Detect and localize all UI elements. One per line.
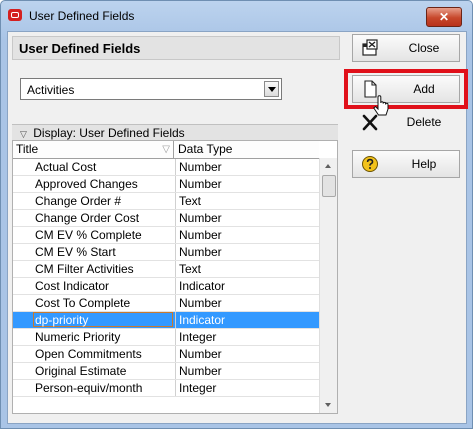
cell-data-type: Number — [175, 295, 319, 311]
table-row[interactable]: CM EV % Complete Number — [13, 227, 319, 244]
cell-title: Cost Indicator — [35, 279, 110, 293]
table-row[interactable]: Open Commitments Number — [13, 346, 319, 363]
help-button[interactable]: Help — [352, 150, 460, 178]
cell-data-type: Indicator — [175, 312, 319, 328]
window-title: User Defined Fields — [29, 9, 135, 23]
close-window-icon — [362, 39, 378, 56]
table-row-selected[interactable]: dp-priority Indicator — [13, 312, 319, 329]
subject-area-value: Activities — [27, 83, 75, 97]
user-defined-fields-window: User Defined Fields ✕ User Defined Field… — [0, 0, 473, 429]
display-panel-header[interactable]: ▽ Display: User Defined Fields — [12, 124, 338, 140]
cell-title: Change Order # — [35, 194, 122, 208]
cell-data-type: Indicator — [175, 278, 319, 294]
table-row[interactable]: Cost To Complete Number — [13, 295, 319, 312]
collapse-caret-icon: ▽ — [20, 129, 27, 139]
close-button[interactable]: Close — [352, 34, 460, 62]
delete-button-label: Delete — [406, 115, 442, 129]
cell-title: Cost To Complete — [35, 296, 131, 310]
cell-data-type: Number — [175, 227, 319, 243]
table-header: Title ▽ Data Type — [13, 141, 319, 159]
cell-title: dp-priority — [35, 313, 89, 327]
table-row[interactable]: Original Estimate Number — [13, 363, 319, 380]
table-row[interactable]: Actual Cost Number — [13, 159, 319, 176]
cell-data-type: Integer — [175, 380, 319, 396]
window-close-button[interactable]: ✕ — [426, 7, 462, 27]
section-header: User Defined Fields — [12, 36, 340, 60]
cell-data-type: Number — [175, 159, 319, 175]
cell-data-type: Text — [175, 261, 319, 277]
table-row[interactable]: CM Filter Activities Text — [13, 261, 319, 278]
cell-title: Numeric Priority — [35, 330, 121, 344]
cell-title: CM EV % Complete — [35, 228, 142, 242]
mouse-pointer-icon — [373, 95, 389, 116]
table-rows: Actual Cost Number Approved Changes Number… — [13, 159, 319, 397]
fields-table: Title ▽ Data Type Actual Cost Number Appr… — [12, 140, 338, 414]
add-button-highlight — [344, 69, 468, 109]
table-row[interactable]: Numeric Priority Integer — [13, 329, 319, 346]
column-header-title[interactable]: Title ▽ — [13, 141, 174, 158]
column-header-data-type[interactable]: Data Type — [175, 141, 319, 158]
cell-title: Open Commitments — [35, 347, 142, 361]
display-panel-label: Display: User Defined Fields — [33, 126, 185, 140]
cell-data-type: Number — [175, 244, 319, 260]
dialog-body: User Defined Fields Activities ▽ Display… — [7, 31, 468, 424]
cell-title: Actual Cost — [35, 160, 97, 174]
cell-data-type: Text — [175, 193, 319, 209]
table-row[interactable]: Person-equiv/month Integer — [13, 380, 319, 397]
cell-title: CM Filter Activities — [35, 262, 134, 276]
cell-title: Original Estimate — [35, 364, 127, 378]
cell-title: Approved Changes — [35, 177, 138, 191]
cell-title: Person-equiv/month — [35, 381, 143, 395]
table-row[interactable]: CM EV % Start Number — [13, 244, 319, 261]
help-button-label: Help — [411, 157, 437, 171]
cell-data-type: Integer — [175, 329, 319, 345]
cell-data-type: Number — [175, 176, 319, 192]
cell-data-type: Number — [175, 363, 319, 379]
cell-title: Change Order Cost — [35, 211, 140, 225]
subject-area-select[interactable]: Activities — [20, 78, 282, 100]
cell-title: CM EV % Start — [35, 245, 116, 259]
cell-data-type: Number — [175, 346, 319, 362]
scroll-down-arrow-icon[interactable] — [320, 397, 337, 413]
table-row[interactable]: Cost Indicator Indicator — [13, 278, 319, 295]
table-row[interactable]: Change Order # Text — [13, 193, 319, 210]
scrollbar-thumb[interactable] — [322, 175, 336, 197]
vertical-scrollbar[interactable] — [319, 158, 337, 413]
table-row[interactable]: Approved Changes Number — [13, 176, 319, 193]
scroll-up-arrow-icon[interactable] — [320, 158, 337, 174]
table-row[interactable]: Change Order Cost Number — [13, 210, 319, 227]
title-bar: User Defined Fields ✕ — [1, 1, 472, 31]
help-icon — [362, 156, 378, 172]
delete-button[interactable]: Delete — [352, 108, 460, 136]
cell-data-type: Number — [175, 210, 319, 226]
chevron-down-icon[interactable] — [264, 81, 279, 97]
close-button-label: Close — [408, 41, 440, 55]
filter-icon[interactable]: ▽ — [162, 141, 170, 158]
app-icon — [8, 9, 22, 21]
